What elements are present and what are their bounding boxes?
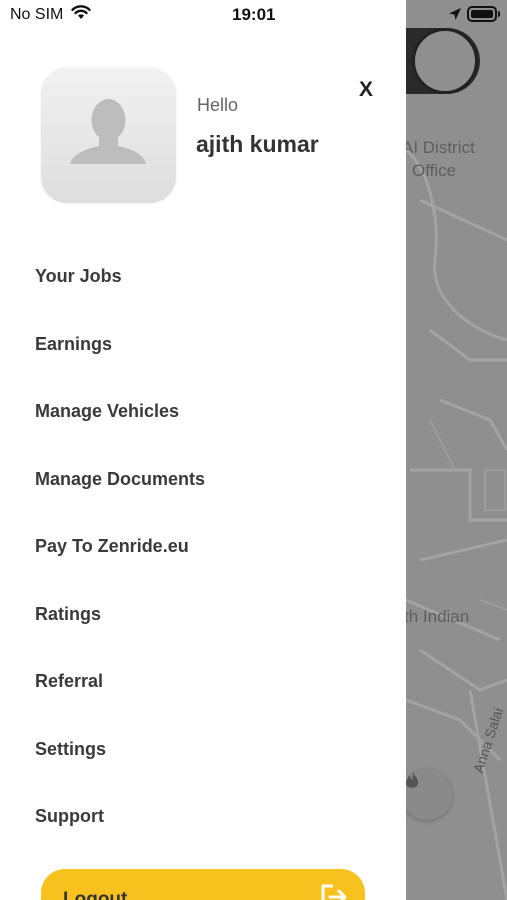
menu-item-manage-documents[interactable]: Manage Documents [0, 446, 406, 514]
menu-item-label: Support [35, 806, 104, 827]
close-icon: X [358, 78, 373, 101]
person-silhouette-icon [70, 99, 146, 164]
map-label-office: Office [412, 161, 457, 180]
menu-item-earnings[interactable]: Earnings [0, 311, 406, 379]
logout-icon [321, 884, 347, 900]
menu-item-referral[interactable]: Referral [0, 648, 406, 716]
drawer-menu: Your Jobs Earnings Manage Vehicles Manag… [0, 243, 406, 851]
carrier-label: No SIM [10, 6, 64, 23]
battery-tip [498, 11, 500, 17]
menu-item-label: Referral [35, 671, 104, 692]
status-bar: No SIM 19:01 [0, 0, 507, 30]
menu-item-support[interactable]: Support [0, 783, 406, 851]
menu-item-label: Earnings [35, 333, 113, 354]
menu-item-label: Manage Vehicles [35, 401, 180, 422]
menu-item-label: Pay To Zenride.eu [35, 536, 189, 557]
logout-button[interactable]: Logout [41, 869, 365, 900]
menu-item-label: Your Jobs [35, 266, 122, 287]
avatar[interactable] [41, 68, 176, 203]
map-label-district: AI District [402, 138, 475, 157]
menu-item-pay[interactable]: Pay To Zenride.eu [0, 513, 406, 581]
menu-item-label: Settings [35, 738, 107, 759]
close-button[interactable]: X [352, 76, 380, 104]
greeting-text: Hello [197, 95, 239, 115]
location-arrow-icon [449, 8, 461, 20]
map-top-toggle[interactable] [412, 28, 478, 94]
status-time: 19:01 [232, 5, 276, 24]
user-name: ajith kumar [196, 131, 319, 157]
menu-item-label: Manage Documents [35, 468, 206, 489]
menu-item-ratings[interactable]: Ratings [0, 581, 406, 649]
side-drawer: Hello ajith kumar X Your Jobs Earnings M… [0, 0, 406, 900]
battery-icon [467, 6, 497, 22]
menu-item-settings[interactable]: Settings [0, 716, 406, 784]
map-fab-button[interactable] [402, 770, 452, 820]
wifi-icon [71, 5, 91, 19]
menu-item-manage-vehicles[interactable]: Manage Vehicles [0, 378, 406, 446]
menu-item-label: Ratings [35, 603, 102, 624]
logout-label: Logout [63, 889, 128, 900]
menu-item-your-jobs[interactable]: Your Jobs [0, 243, 406, 311]
map-label-indian: th Indian [404, 607, 470, 626]
